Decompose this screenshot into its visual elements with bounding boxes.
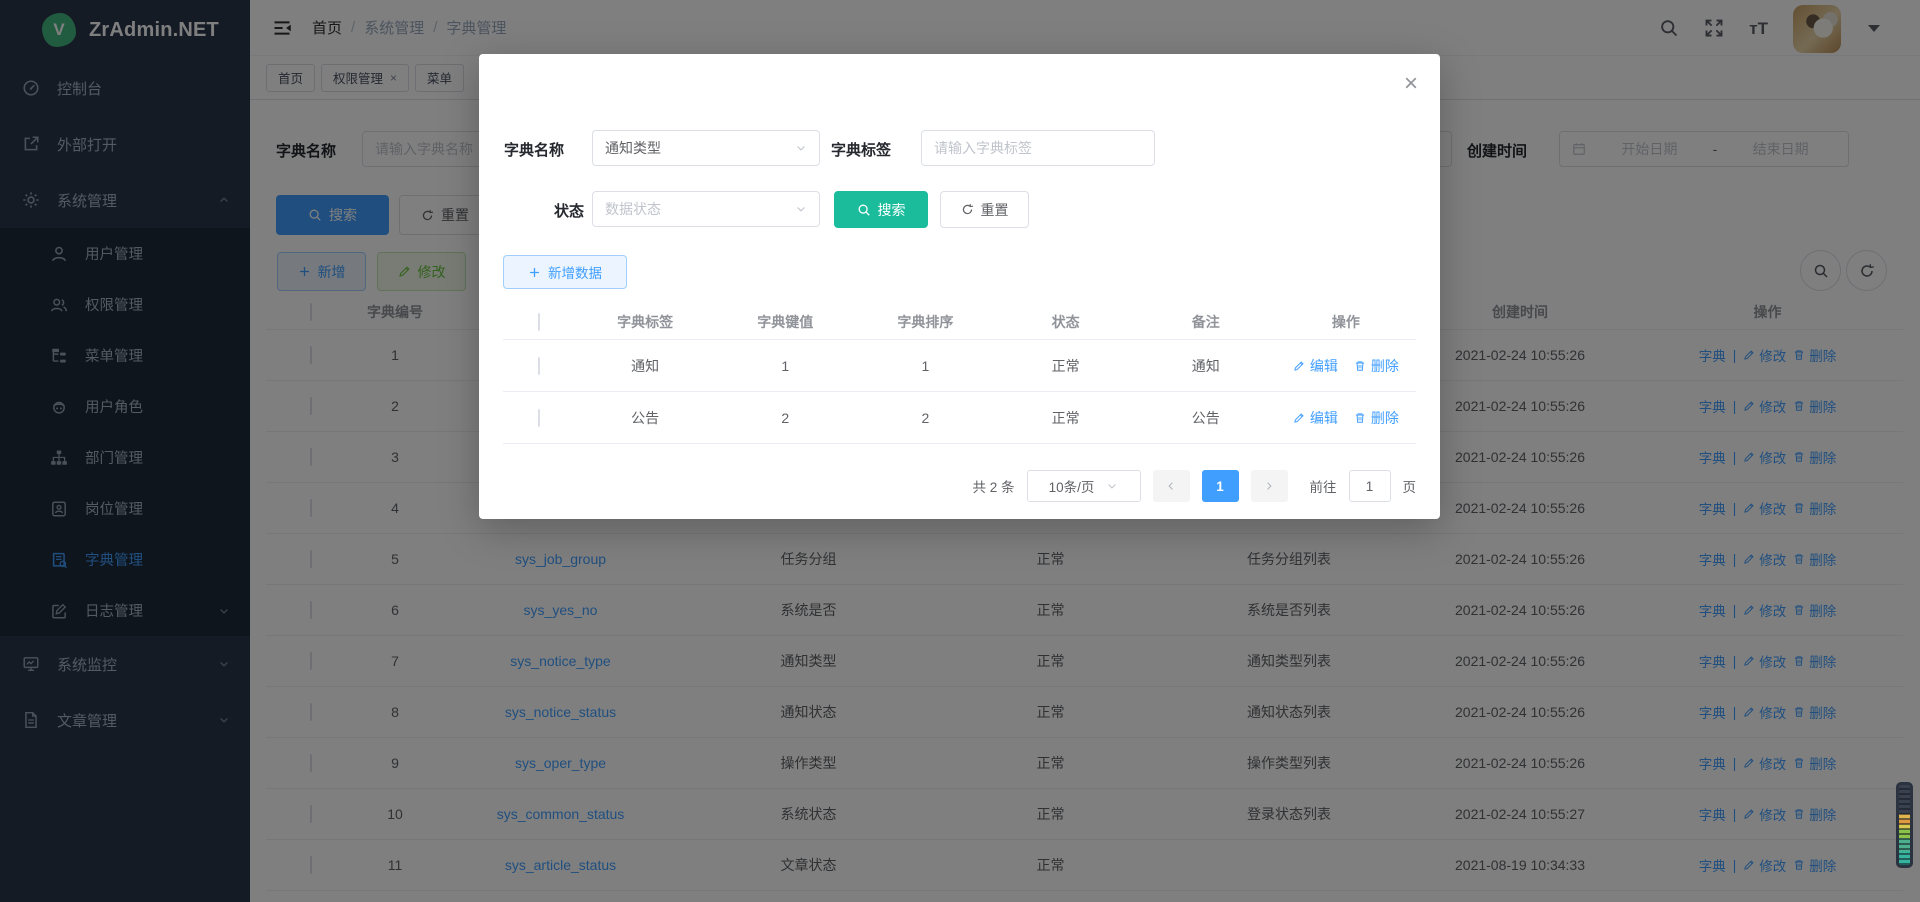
modal-dict-name-label: 字典名称: [504, 139, 564, 160]
modal-table-row: 公告 2 2 正常 公告 编辑 删除: [503, 392, 1416, 444]
pencil-icon: [1293, 412, 1305, 424]
modal-dict-data-table: 字典标签 字典键值 字典排序 状态 备注 操作 通知 1 1 正常 通知: [503, 304, 1416, 444]
trash-icon: [1354, 412, 1366, 424]
chevron-down-icon: [795, 203, 807, 215]
pencil-icon: [1293, 360, 1305, 372]
modal-add-data-button[interactable]: 新增数据: [503, 255, 627, 289]
cell-dict-sort: 1: [855, 358, 995, 374]
cell-dict-value: 2: [715, 410, 855, 426]
chevron-down-icon: [795, 142, 807, 154]
trash-icon: [1354, 360, 1366, 372]
cell-dict-label: 通知: [575, 356, 715, 376]
next-page-button[interactable]: [1251, 470, 1288, 502]
modal-table-row: 通知 1 1 正常 通知 编辑 删除: [503, 340, 1416, 392]
pagination-total: 共 2 条: [972, 476, 1014, 496]
cell-status: 正常: [996, 356, 1136, 376]
modal-table-header-row: 字典标签 字典键值 字典排序 状态 备注 操作: [503, 304, 1416, 340]
modal-row-edit-link[interactable]: 编辑: [1293, 356, 1338, 376]
modal-row-checkbox[interactable]: [538, 409, 540, 427]
current-page-button[interactable]: 1: [1202, 470, 1239, 502]
cell-status: 正常: [996, 408, 1136, 428]
cell-remark: 通知: [1136, 356, 1276, 376]
modal-row-edit-link[interactable]: 编辑: [1293, 408, 1338, 428]
close-icon[interactable]: ×: [1404, 72, 1418, 96]
modal-dict-label-input[interactable]: [921, 130, 1155, 166]
cell-dict-label: 公告: [575, 408, 715, 428]
refresh-icon: [961, 203, 974, 216]
page-size-select[interactable]: 10条/页: [1027, 470, 1141, 502]
goto-page-input[interactable]: [1349, 470, 1391, 502]
dict-data-modal: × 字典名称 通知类型 字典标签 状态 数据状态 搜索 重置 新增数据: [479, 54, 1440, 519]
modal-status-select[interactable]: 数据状态: [592, 191, 820, 227]
cell-ops: 编辑 删除: [1276, 356, 1416, 376]
goto-unit-label: 页: [1403, 476, 1417, 496]
cell-dict-sort: 2: [855, 410, 995, 426]
modal-select-all-checkbox[interactable]: [538, 313, 540, 331]
modal-row-checkbox[interactable]: [538, 357, 540, 375]
modal-search-button[interactable]: 搜索: [834, 191, 928, 228]
search-icon: [857, 203, 871, 217]
cell-ops: 编辑 删除: [1276, 408, 1416, 428]
prev-page-button[interactable]: [1153, 470, 1190, 502]
cell-dict-value: 1: [715, 358, 855, 374]
modal-status-label: 状态: [504, 200, 584, 221]
cell-remark: 公告: [1136, 408, 1276, 428]
modal-reset-button[interactable]: 重置: [940, 191, 1029, 228]
modal-dict-label-label: 字典标签: [831, 139, 891, 160]
modal-table-body: 通知 1 1 正常 通知 编辑 删除: [503, 340, 1416, 444]
chevron-down-icon: [1106, 480, 1118, 492]
modal-row-delete-link[interactable]: 删除: [1354, 356, 1399, 376]
app-root: V ZrAdmin.NET 控制台 外部打开 系统管理 用户管理: [0, 0, 1920, 902]
scrollbar-minimap[interactable]: [1896, 782, 1913, 868]
modal-dict-name-select[interactable]: 通知类型: [592, 130, 820, 166]
modal-row-delete-link[interactable]: 删除: [1354, 408, 1399, 428]
goto-label: 前往: [1310, 476, 1337, 496]
plus-icon: [528, 266, 541, 279]
modal-pagination: 共 2 条 10条/页 1 前往 页: [972, 470, 1416, 502]
